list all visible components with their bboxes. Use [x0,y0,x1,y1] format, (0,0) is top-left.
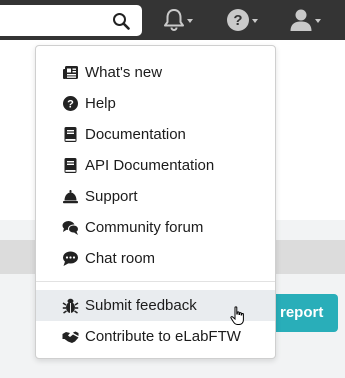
menu-divider [36,281,275,282]
menu-item-whats-new[interactable]: What's new [36,57,275,88]
question-circle-icon: ? [63,96,78,111]
menu-item-label: Documentation [85,126,186,143]
newspaper-icon [63,66,78,79]
book-icon [64,158,77,173]
svg-text:?: ? [67,99,74,111]
comment-dots-icon [63,251,78,266]
menu-item-help[interactable]: ? Help [36,88,275,119]
menu-item-label: What's new [85,64,163,81]
search-input[interactable] [0,5,142,36]
hand-cursor-icon [230,306,244,325]
menu-item-documentation[interactable]: Documentation [36,119,275,150]
concierge-bell-icon [63,190,78,204]
menu-item-chat-room[interactable]: Chat room [36,243,275,274]
user-icon [290,9,312,31]
menu-item-label: API Documentation [85,157,215,174]
menu-item-label: Chat room [85,250,156,267]
search-icon[interactable] [112,12,130,30]
menu-item-api-documentation[interactable]: API Documentation [36,150,275,181]
chevron-down-icon [187,19,193,23]
menu-item-label: Community forum [85,219,204,236]
menu-item-label: Support [85,188,138,205]
help-menu-button[interactable]: ? [226,6,258,34]
notifications-button[interactable] [163,6,193,34]
handshake-icon [62,331,79,343]
user-menu-button[interactable] [289,6,321,34]
report-button[interactable]: report [268,294,338,332]
top-navbar: ? [0,0,345,40]
chevron-down-icon [315,19,321,23]
question-circle-icon: ? [227,9,249,31]
svg-text:?: ? [233,12,242,29]
bell-icon [164,9,184,31]
comments-icon [62,221,79,235]
chevron-down-icon [252,19,258,23]
menu-item-label: Contribute to eLabFTW [85,328,241,345]
menu-item-community-forum[interactable]: Community forum [36,212,275,243]
menu-item-label: Submit feedback [85,297,197,314]
bug-icon [62,298,79,314]
menu-item-support[interactable]: Support [36,181,275,212]
book-icon [64,127,77,142]
menu-item-label: Help [85,95,116,112]
